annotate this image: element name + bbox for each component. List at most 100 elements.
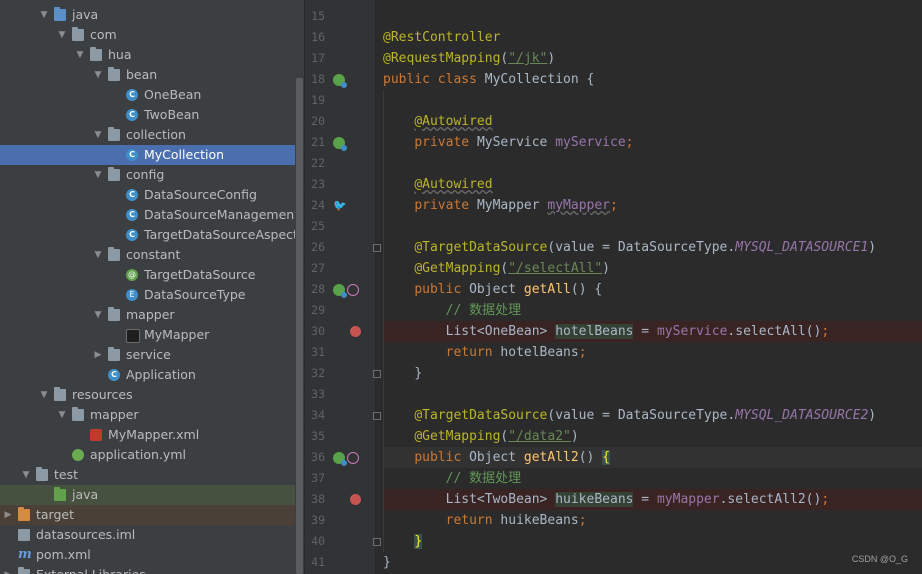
- code-line[interactable]: [383, 153, 922, 174]
- project-tree-panel[interactable]: ▼ java ▼ com ▼ hua ▼ bean C OneBean C TwoBean ▼ colle…: [0, 0, 295, 574]
- tree-item[interactable]: ▼ bean: [0, 65, 295, 85]
- fold-marker-icon[interactable]: [373, 244, 381, 252]
- tree-item[interactable]: C DataSourceManagement: [0, 205, 295, 225]
- code-line[interactable]: [383, 90, 922, 111]
- code-line[interactable]: [383, 6, 922, 27]
- tree-item[interactable]: m pom.xml: [0, 545, 295, 565]
- chevron-right-icon[interactable]: ▶: [93, 345, 103, 365]
- tree-item[interactable]: java: [0, 485, 295, 505]
- code-line[interactable]: return hotelBeans;: [383, 342, 922, 363]
- scrollbar-thumb[interactable]: [296, 78, 303, 574]
- code-line[interactable]: }: [383, 531, 922, 552]
- tree-item-label: java: [72, 7, 99, 22]
- tree-item[interactable]: C MyCollection: [0, 145, 295, 165]
- chevron-down-icon[interactable]: ▼: [93, 65, 103, 85]
- chevron-down-icon[interactable]: ▼: [57, 405, 67, 425]
- tree-item[interactable]: C TwoBean: [0, 105, 295, 125]
- spring-bean-icon[interactable]: [333, 452, 347, 466]
- tree-item[interactable]: ▼ test: [0, 465, 295, 485]
- code-line[interactable]: }: [383, 363, 922, 384]
- tree-item[interactable]: ▼ collection: [0, 125, 295, 145]
- chevron-right-icon[interactable]: ▶: [3, 505, 13, 525]
- indent-guide: [383, 279, 384, 384]
- code-line[interactable]: public Object getAll() {: [383, 279, 922, 300]
- code-editor[interactable]: 15 16 17 18 19 20 21 22 23 24 🐦 25 26 27 28 29 30 31 32 33 3…: [305, 0, 922, 574]
- code-line[interactable]: public Object getAll2() {: [383, 447, 922, 468]
- chevron-down-icon[interactable]: ▼: [39, 5, 49, 25]
- chevron-down-icon[interactable]: ▼: [57, 25, 67, 45]
- tree-item[interactable]: ▼ config: [0, 165, 295, 185]
- tree-item[interactable]: ▼ com: [0, 25, 295, 45]
- tree-item[interactable]: C Application: [0, 365, 295, 385]
- tree-item[interactable]: MyMapper.xml: [0, 425, 295, 445]
- tree-item[interactable]: ▶ service: [0, 345, 295, 365]
- tree-item[interactable]: ▼ mapper: [0, 305, 295, 325]
- fold-marker-icon[interactable]: [373, 412, 381, 420]
- tree-item-label: MyCollection: [144, 147, 225, 162]
- code-line[interactable]: return huikeBeans;: [383, 510, 922, 531]
- breakpoint-icon[interactable]: [350, 494, 361, 505]
- mybatis-navigate-icon[interactable]: 🐦: [333, 200, 347, 212]
- code-line[interactable]: // 数据处理: [383, 300, 922, 321]
- tree-item[interactable]: datasources.iml: [0, 525, 295, 545]
- tree-item[interactable]: C DataSourceConfig: [0, 185, 295, 205]
- code-line[interactable]: // 数据处理: [383, 468, 922, 489]
- tree-item[interactable]: ▼ java: [0, 5, 295, 25]
- code-token: MyService: [476, 135, 556, 150]
- tree-item-label: MyMapper: [144, 327, 210, 342]
- tree-item[interactable]: MyMapper: [0, 325, 295, 345]
- tree-item[interactable]: ▼ resources: [0, 385, 295, 405]
- tree-item[interactable]: C TargetDataSourceAspect: [0, 225, 295, 245]
- chevron-down-icon[interactable]: ▼: [75, 45, 85, 65]
- code-line[interactable]: List<TwoBean> huikeBeans = myMapper.sele…: [383, 489, 922, 510]
- chevron-down-icon[interactable]: ▼: [93, 305, 103, 325]
- chevron-down-icon[interactable]: ▼: [93, 165, 103, 185]
- tree-item[interactable]: application.yml: [0, 445, 295, 465]
- chevron-right-icon[interactable]: ▶: [3, 565, 13, 574]
- code-line[interactable]: @Autowired: [383, 111, 922, 132]
- code-line[interactable]: @RestController: [383, 27, 922, 48]
- spring-bean-icon[interactable]: [333, 137, 347, 151]
- fold-marker-icon[interactable]: [373, 538, 381, 546]
- spring-bean-icon[interactable]: [333, 284, 347, 298]
- code-area[interactable]: @RestController @RequestMapping("/jk") pub…: [383, 0, 922, 574]
- tree-item[interactable]: C OneBean: [0, 85, 295, 105]
- code-line[interactable]: @TargetDataSource(value = DataSourceType…: [383, 237, 922, 258]
- code-token: ;: [625, 135, 634, 150]
- code-line[interactable]: @GetMapping("/selectAll"): [383, 258, 922, 279]
- tree-item[interactable]: ▼ hua: [0, 45, 295, 65]
- code-line[interactable]: [383, 384, 922, 405]
- code-token: ): [570, 429, 579, 444]
- code-line[interactable]: @RequestMapping("/jk"): [383, 48, 922, 69]
- tree-item[interactable]: ▶ target: [0, 505, 295, 525]
- code-line[interactable]: [383, 216, 922, 237]
- spring-bean-icon[interactable]: [333, 74, 347, 88]
- code-line[interactable]: private MyService myService;: [383, 132, 922, 153]
- chevron-down-icon[interactable]: ▼: [21, 465, 31, 485]
- tree-item[interactable]: @ TargetDataSource: [0, 265, 295, 285]
- tree-item[interactable]: ▼ constant: [0, 245, 295, 265]
- code-line[interactable]: @TargetDataSource(value = DataSourceType…: [383, 405, 922, 426]
- request-mapping-icon[interactable]: [347, 284, 359, 296]
- code-line[interactable]: private MyMapper myMapper;: [383, 195, 922, 216]
- chevron-down-icon[interactable]: ▼: [93, 125, 103, 145]
- chevron-down-icon[interactable]: ▼: [39, 385, 49, 405]
- breakpoint-icon[interactable]: [350, 326, 361, 337]
- fold-marker-icon[interactable]: [373, 370, 381, 378]
- code-line[interactable]: List<OneBean> hotelBeans = myService.sel…: [383, 321, 922, 342]
- tree-item[interactable]: E DataSourceType: [0, 285, 295, 305]
- tree-item[interactable]: ▼ mapper: [0, 405, 295, 425]
- request-mapping-icon[interactable]: [347, 452, 359, 464]
- tree-item[interactable]: ▶ External Libraries: [0, 565, 295, 574]
- code-line[interactable]: }: [383, 552, 922, 573]
- code-line[interactable]: public class MyCollection {: [383, 69, 922, 90]
- code-line[interactable]: @Autowired: [383, 174, 922, 195]
- chevron-down-icon[interactable]: ▼: [93, 245, 103, 265]
- code-token: @GetMapping: [414, 261, 501, 276]
- project-tree-scrollbar[interactable]: [295, 0, 305, 574]
- line-number: 32: [311, 366, 325, 380]
- code-line[interactable]: @GetMapping("/data2"): [383, 426, 922, 447]
- editor-gutter[interactable]: 15 16 17 18 19 20 21 22 23 24 🐦 25 26 27 28 29 30 31 32 33 3…: [305, 0, 375, 574]
